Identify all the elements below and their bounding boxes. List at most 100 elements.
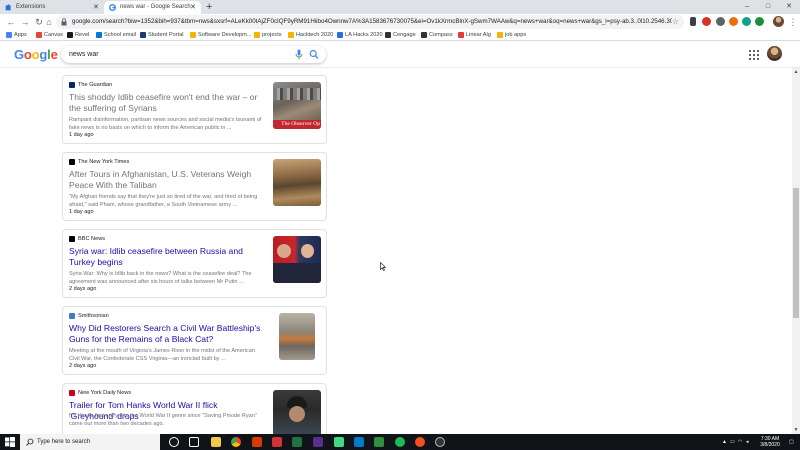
news-title[interactable]: After Tours in Afghanistan, U.S. Veteran… bbox=[69, 169, 264, 191]
bookmark-la-hacks[interactable]: LA Hacks 2020 bbox=[337, 30, 383, 40]
lock-icon[interactable] bbox=[61, 18, 67, 26]
bookmark-apps[interactable]: Apps bbox=[6, 30, 27, 40]
profile-avatar[interactable] bbox=[773, 16, 784, 27]
tray-chevron-icon[interactable]: ▲ bbox=[722, 434, 727, 450]
close-tab-icon[interactable]: ✕ bbox=[93, 1, 99, 14]
scrollbar-thumb[interactable] bbox=[793, 188, 799, 318]
bookmark-student-portal[interactable]: Student Portal bbox=[140, 30, 183, 40]
suits-shape bbox=[273, 263, 321, 283]
youtube-icon bbox=[458, 32, 464, 38]
spotify-icon[interactable] bbox=[395, 437, 405, 447]
tab-extensions[interactable]: Extensions ✕ bbox=[0, 1, 104, 14]
google-header: Google bbox=[0, 41, 800, 68]
obs-icon[interactable] bbox=[435, 437, 445, 447]
news-title[interactable]: This shoddy Idlib ceasefire won't end th… bbox=[69, 92, 264, 114]
news-source[interactable]: Smithsonian bbox=[69, 312, 109, 320]
bookmark-job-apps[interactable]: job apps bbox=[497, 30, 526, 40]
cortana-icon[interactable] bbox=[169, 437, 179, 447]
home-icon[interactable]: ⌂ bbox=[43, 16, 55, 28]
news-thumbnail[interactable] bbox=[273, 159, 321, 206]
tab-label: news war - Google Search bbox=[120, 4, 191, 10]
close-window-button[interactable]: ✕ bbox=[780, 0, 798, 13]
scroll-up-arrow-icon[interactable]: ▲ bbox=[792, 68, 800, 76]
extension-icon[interactable] bbox=[755, 17, 764, 26]
url-text[interactable]: google.com/search?biw=1352&bih=937&tbm=n… bbox=[72, 15, 672, 29]
excel-icon[interactable] bbox=[292, 437, 302, 447]
google-apps-icon[interactable] bbox=[749, 50, 759, 60]
logo-letter: e bbox=[50, 47, 58, 62]
news-source[interactable]: New York Daily News bbox=[69, 389, 131, 397]
folder-icon bbox=[190, 32, 196, 38]
search-icon[interactable] bbox=[309, 49, 319, 60]
news-source[interactable]: The New York Times bbox=[69, 158, 129, 166]
news-thumbnail[interactable]: The Observer Op bbox=[273, 82, 321, 129]
address-bar[interactable]: google.com/search?biw=1352&bih=937&tbm=n… bbox=[56, 15, 684, 29]
app-icon[interactable] bbox=[313, 437, 323, 447]
vscode-icon[interactable] bbox=[354, 437, 364, 447]
network-icon[interactable]: ▭ bbox=[730, 434, 735, 450]
notifications-icon[interactable]: ▢ bbox=[789, 434, 794, 450]
powerpoint-icon[interactable] bbox=[252, 437, 262, 447]
windows-start-icon[interactable] bbox=[5, 437, 15, 447]
back-icon[interactable]: ← bbox=[5, 16, 17, 28]
menu-icon[interactable]: ⋮ bbox=[787, 16, 799, 28]
grammarly-icon[interactable] bbox=[742, 17, 751, 26]
news-snippet: "My Afghan friends say that they're just… bbox=[69, 194, 258, 208]
extension-icon[interactable] bbox=[702, 17, 711, 26]
bookmark-projects[interactable]: projects bbox=[254, 30, 282, 40]
file-explorer-icon[interactable] bbox=[211, 437, 221, 447]
search-box[interactable] bbox=[61, 46, 326, 63]
task-view-icon[interactable] bbox=[189, 437, 199, 447]
app-icon[interactable] bbox=[374, 437, 384, 447]
extension-icon[interactable] bbox=[716, 17, 725, 26]
tab-google-search[interactable]: news war - Google Search ✕ bbox=[104, 1, 201, 14]
close-tab-icon[interactable]: ✕ bbox=[190, 1, 196, 14]
taskbar-search[interactable]: Type here to search bbox=[20, 434, 160, 450]
android-studio-icon[interactable] bbox=[334, 437, 344, 447]
maximize-button[interactable]: □ bbox=[759, 0, 777, 13]
bookmark-linear-alg[interactable]: Linear Alg bbox=[458, 30, 491, 40]
bookmark-cengage[interactable]: Cengage bbox=[385, 30, 416, 40]
bookmark-compass[interactable]: Compass bbox=[421, 30, 453, 40]
news-card[interactable]: Smithsonian Why Did Restorers Search a C… bbox=[62, 306, 327, 375]
scroll-down-arrow-icon[interactable]: ▼ bbox=[792, 426, 800, 434]
extension-icon[interactable] bbox=[729, 17, 738, 26]
google-logo[interactable]: Google bbox=[14, 47, 58, 62]
bookmarks-bar: Apps Canvas Revel School email Student P… bbox=[0, 30, 800, 41]
bookmark-revel[interactable]: Revel bbox=[67, 30, 89, 40]
app-icon[interactable] bbox=[415, 437, 425, 447]
volume-icon[interactable]: ◂ bbox=[746, 434, 749, 450]
bookmark-software-dev[interactable]: Software Developm... bbox=[190, 30, 251, 40]
new-tab-button[interactable]: + bbox=[206, 0, 212, 14]
logo-letter: o bbox=[23, 47, 32, 62]
news-thumbnail[interactable] bbox=[273, 236, 321, 283]
browser-toolbar: ← → ↻ ⌂ google.com/search?biw=1352&bih=9… bbox=[0, 14, 800, 30]
account-avatar[interactable] bbox=[767, 46, 782, 61]
chrome-icon[interactable] bbox=[231, 437, 241, 447]
taskbar-clock[interactable]: 7:30 AM 3/8/2020 bbox=[754, 436, 786, 448]
canvas-icon bbox=[36, 32, 42, 38]
minimize-button[interactable]: – bbox=[738, 0, 756, 13]
app-icon[interactable] bbox=[272, 437, 282, 447]
news-card[interactable]: BBC News Syria war: Idlib ceasefire betw… bbox=[62, 229, 327, 298]
mic-extension-icon[interactable] bbox=[690, 17, 696, 26]
news-source[interactable]: The Guardian bbox=[69, 81, 112, 89]
bookmark-canvas[interactable]: Canvas bbox=[36, 30, 63, 40]
folder-icon bbox=[497, 32, 503, 38]
wifi-icon[interactable]: ◠ bbox=[738, 434, 742, 450]
news-source[interactable]: BBC News bbox=[69, 235, 105, 243]
news-card[interactable]: The New York Times After Tours in Afghan… bbox=[62, 152, 327, 221]
news-thumbnail[interactable] bbox=[279, 313, 315, 360]
forward-icon[interactable]: → bbox=[19, 16, 31, 28]
bookmark-star-icon[interactable]: ☆ bbox=[672, 15, 679, 29]
search-input[interactable] bbox=[69, 48, 289, 61]
bookmark-school-email[interactable]: School email bbox=[96, 30, 136, 40]
thumb-caption: The Observer Op bbox=[273, 120, 321, 129]
mic-icon[interactable] bbox=[294, 49, 304, 60]
news-thumbnail[interactable] bbox=[273, 390, 321, 437]
bookmark-hacktech[interactable]: Hacktech 2020 bbox=[288, 30, 333, 40]
news-card[interactable]: The Guardian This shoddy Idlib ceasefire… bbox=[62, 75, 327, 144]
news-title[interactable]: Syria war: Idlib ceasefire between Russi… bbox=[69, 246, 264, 268]
news-title[interactable]: Why Did Restorers Search a Civil War Bat… bbox=[69, 323, 264, 345]
la-hacks-icon bbox=[337, 32, 343, 38]
